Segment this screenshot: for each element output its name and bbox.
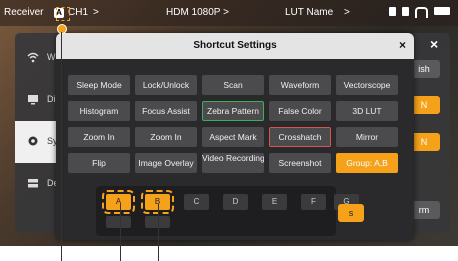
group-button-d[interactable]: D <box>223 194 248 210</box>
callout-marker <box>57 24 67 34</box>
gear-icon <box>28 136 38 146</box>
channel-arrow[interactable]: > <box>93 7 99 18</box>
shortcut-cell[interactable]: Mirror <box>336 127 398 147</box>
shortcut-cell[interactable]: 3D LUT <box>336 101 398 121</box>
dialog-header: Shortcut Settings × <box>56 33 414 59</box>
lut-arrow[interactable]: > <box>344 7 350 18</box>
close-icon[interactable]: × <box>399 38 406 52</box>
shortcut-cell[interactable]: Zoom In <box>135 127 197 147</box>
wifi-icon <box>27 52 39 63</box>
shortcut-cell-group[interactable]: Group: A,B <box>336 153 398 173</box>
memory-icon <box>402 7 409 16</box>
callout-highlight <box>56 7 70 21</box>
shortcut-cell[interactable]: Histogram <box>68 101 130 121</box>
sidebar-item-device[interactable]: De <box>15 163 59 205</box>
group-button-e[interactable]: E <box>262 194 287 210</box>
shortcut-grid: Sleep Mode Lock/Unlock Scan Waveform Vec… <box>68 75 398 173</box>
device-icon <box>28 179 38 188</box>
shortcut-cell[interactable]: Focus Assist <box>135 101 197 121</box>
close-icon[interactable]: × <box>430 36 438 52</box>
callout-line <box>61 32 62 261</box>
sidebar-item-display[interactable]: Di <box>15 79 57 121</box>
sidebar-item-label: Di <box>47 94 56 104</box>
video-mode[interactable]: HDM 1080P > <box>166 7 229 18</box>
shortcut-cell[interactable]: Zoom In <box>68 127 130 147</box>
shortcut-cell[interactable]: False Color <box>269 101 331 121</box>
group-selector-popup: A B C D E F <box>96 186 336 236</box>
group-slot[interactable] <box>106 216 131 228</box>
shortcut-settings-dialog: Shortcut Settings × Sleep Mode Lock/Unlo… <box>56 33 414 240</box>
shortcut-cell[interactable]: Screenshot <box>269 153 331 173</box>
shortcut-cell[interactable]: Sleep Mode <box>68 75 130 95</box>
shortcut-cell-crosshatch[interactable]: Crosshatch <box>269 127 331 147</box>
callout-line <box>120 204 121 261</box>
lut-name[interactable]: LUT Name <box>285 7 333 18</box>
shortcut-cell[interactable]: Flip <box>68 153 130 173</box>
shortcut-cell[interactable]: Aspect Mark <box>202 127 264 147</box>
group-button-c[interactable]: C <box>184 194 209 210</box>
record-icon <box>389 7 396 16</box>
display-icon <box>28 95 38 105</box>
headphone-icon <box>415 7 428 18</box>
callout-line <box>158 204 159 261</box>
receiver-label: Receiver <box>4 7 44 18</box>
channel-label: CH1 <box>68 7 89 18</box>
shortcut-cell[interactable]: Scan <box>202 75 264 95</box>
confirm-button[interactable]: s <box>338 204 364 222</box>
shortcut-cell[interactable]: Vectorscope <box>336 75 398 95</box>
group-button-f[interactable]: F <box>301 194 326 210</box>
shortcut-cell[interactable]: Lock/Unlock <box>135 75 197 95</box>
shortcut-cell[interactable]: Waveform <box>269 75 331 95</box>
dialog-title: Shortcut Settings <box>193 40 277 51</box>
sidebar-item-wireless[interactable]: Wi <box>15 37 58 79</box>
shortcut-cell[interactable]: Image Overlay <box>135 153 197 173</box>
battery-icon <box>434 7 450 15</box>
shortcut-cell-zebra-pattern[interactable]: Zebra Pattern <box>202 101 264 121</box>
shortcut-cell[interactable]: Video Recording <box>202 153 264 173</box>
monitor-screen: Receiver A CH1 > HDM 1080P > LUT Name > … <box>0 0 458 246</box>
group-button-a[interactable]: A <box>102 190 135 214</box>
sidebar-item-system[interactable]: Sy <box>15 121 58 163</box>
